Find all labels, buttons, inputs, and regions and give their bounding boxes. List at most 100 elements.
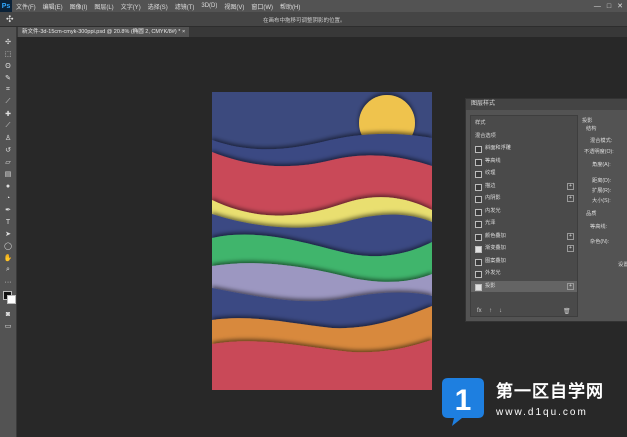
path-selection-tool-icon[interactable]: ➤	[3, 229, 13, 239]
distance-label: 距离(D):	[592, 178, 612, 184]
style-item-label: 图案叠加	[485, 257, 506, 264]
style-item[interactable]: 混合选项	[471, 131, 577, 142]
crop-tool-icon[interactable]: ⌗	[3, 85, 13, 95]
set-default-button[interactable]: 设置	[618, 261, 627, 268]
style-item-label: 等高线	[485, 157, 501, 164]
clone-stamp-tool-icon[interactable]: ♙	[3, 133, 13, 143]
history-brush-tool-icon[interactable]: ↺	[3, 145, 13, 155]
type-tool-icon[interactable]: T	[3, 217, 13, 227]
style-checkbox[interactable]	[475, 171, 482, 178]
style-checkbox[interactable]	[475, 246, 482, 253]
add-style-icon[interactable]: +	[567, 195, 574, 202]
style-item[interactable]: 投影 +	[471, 280, 577, 292]
style-item[interactable]: 颜色叠加 +	[471, 231, 577, 242]
hand-tool-icon[interactable]: ✋	[3, 253, 13, 263]
more-tools-icon[interactable]: ···	[3, 277, 13, 287]
menu-view[interactable]: 视图(V)	[224, 2, 244, 11]
add-style-icon[interactable]: +	[567, 232, 574, 240]
style-item-label: 投影	[485, 282, 496, 289]
move-tool-icon[interactable]: ✣	[3, 37, 13, 47]
menu-filter[interactable]: 滤镜(T)	[175, 2, 195, 11]
menu-select[interactable]: 选择(S)	[148, 2, 168, 11]
add-style-icon[interactable]: +	[567, 282, 574, 290]
opacity-label: 不透明度(O):	[584, 149, 614, 155]
screen-mode-icon[interactable]: ▭	[3, 321, 13, 331]
style-checkbox[interactable]	[475, 271, 482, 278]
menu-edit[interactable]: 编辑(E)	[43, 2, 63, 11]
lasso-tool-icon[interactable]: ʘ	[3, 61, 13, 71]
quality-title: 品质	[586, 211, 597, 217]
menu-help[interactable]: 帮助(H)	[280, 2, 300, 11]
dodge-tool-icon[interactable]: ◔	[3, 193, 13, 203]
menu-image[interactable]: 图像(I)	[70, 2, 88, 11]
dialog-titlebar[interactable]: 图层样式	[466, 99, 627, 110]
style-item[interactable]: 内阴影 +	[471, 193, 577, 204]
quick-select-tool-icon[interactable]: ✎	[3, 73, 13, 83]
options-hint-text: 在画布中拖移可调整阴影的位置。	[263, 18, 346, 24]
style-item-label: 内阴影	[485, 195, 501, 201]
style-item[interactable]: 光泽	[471, 218, 577, 229]
zoom-tool-icon[interactable]: ⌕	[3, 265, 13, 275]
minimize-button[interactable]: —	[594, 3, 601, 10]
style-item[interactable]: 渐变叠加 +	[471, 243, 577, 254]
structure-subsection: 结构	[586, 126, 597, 132]
fx-icon[interactable]: fx	[477, 308, 482, 314]
style-item[interactable]: 纹理	[471, 168, 577, 179]
style-checkbox[interactable]	[475, 221, 482, 228]
quick-mask-icon[interactable]: ◙	[3, 309, 13, 319]
artwork-canvas[interactable]	[212, 92, 432, 390]
style-checkbox[interactable]	[475, 258, 482, 266]
close-window-button[interactable]: ✕	[617, 2, 623, 10]
watermark-url: www.d1qu.com	[496, 407, 588, 418]
move-down-icon[interactable]: ↓	[499, 308, 502, 314]
noise-label: 杂色(N):	[590, 239, 610, 245]
healing-tool-icon[interactable]: ✚	[3, 109, 13, 119]
gradient-tool-icon[interactable]: ▤	[3, 169, 13, 179]
menu-file[interactable]: 文件(F)	[16, 2, 36, 11]
style-item[interactable]: 等高线	[471, 156, 577, 167]
style-item-label: 样式	[475, 120, 486, 126]
watermark-title: 第一区自学网	[496, 382, 604, 401]
style-item[interactable]: 内发光	[471, 206, 577, 217]
trash-icon[interactable]: 🗑	[563, 308, 571, 315]
move-up-icon[interactable]: ↑	[489, 308, 492, 314]
style-checkbox[interactable]	[475, 158, 482, 166]
size-label: 大小(S):	[592, 198, 611, 204]
style-checkbox[interactable]	[475, 283, 482, 291]
style-checkbox[interactable]	[475, 233, 482, 241]
dialog-footer: fx ↑ ↓ 🗑	[471, 306, 577, 316]
style-list: 样式 混合选项 斜面和浮雕 等高线 纹理 描边 + 内阴影 + 内发光 光泽 颜色叠加 + 渐变叠加 + 图案…	[470, 115, 578, 317]
eraser-tool-icon[interactable]: ▱	[3, 157, 13, 167]
watermark-logo-char: 1	[455, 384, 472, 417]
add-style-icon[interactable]: +	[567, 245, 574, 252]
style-item[interactable]: 外发光	[471, 268, 577, 279]
dropshadow-settings: 投影 结构 混合模式: 不透明度(O): 角度(A): 距离(D): 扩展(R)…	[578, 115, 627, 315]
menu-type[interactable]: 文字(Y)	[121, 2, 141, 11]
blend-mode-label: 混合模式:	[590, 138, 613, 144]
style-checkbox[interactable]	[475, 146, 482, 153]
style-item[interactable]: 样式	[471, 118, 577, 129]
add-style-icon[interactable]: +	[567, 182, 574, 190]
pen-tool-icon[interactable]: ✒	[3, 205, 13, 215]
menu-3d[interactable]: 3D(D)	[201, 3, 217, 9]
menu-layer[interactable]: 图层(L)	[94, 2, 113, 11]
menu-window[interactable]: 窗口(W)	[251, 2, 273, 11]
document-tab[interactable]: 新文件-3d-15cm-cmyk-300ppi.psd @ 20.8% (椭圆 …	[18, 27, 190, 37]
dialog-title: 图层样式	[471, 101, 496, 107]
eyedropper-tool-icon[interactable]: ⟋	[3, 97, 13, 107]
style-item[interactable]: 描边 +	[471, 181, 577, 192]
style-checkbox[interactable]	[475, 196, 482, 203]
maximize-button[interactable]: □	[607, 3, 611, 10]
style-item[interactable]: 斜面和浮雕	[471, 143, 577, 154]
style-item[interactable]: 图案叠加	[471, 256, 577, 267]
shape-tool-icon[interactable]: ◯	[3, 241, 13, 251]
style-item-label: 斜面和浮雕	[485, 145, 511, 151]
background-color-swatch[interactable]	[7, 295, 16, 304]
style-checkbox[interactable]	[475, 183, 482, 191]
blur-tool-icon[interactable]: ●	[3, 181, 13, 191]
brush-tool-icon[interactable]: ⟋	[3, 121, 13, 131]
marquee-tool-icon[interactable]: ⬚	[3, 49, 13, 59]
move-tool-icon[interactable]: ✣	[6, 14, 14, 25]
style-checkbox[interactable]	[475, 208, 482, 216]
style-item-label: 颜色叠加	[485, 232, 506, 239]
